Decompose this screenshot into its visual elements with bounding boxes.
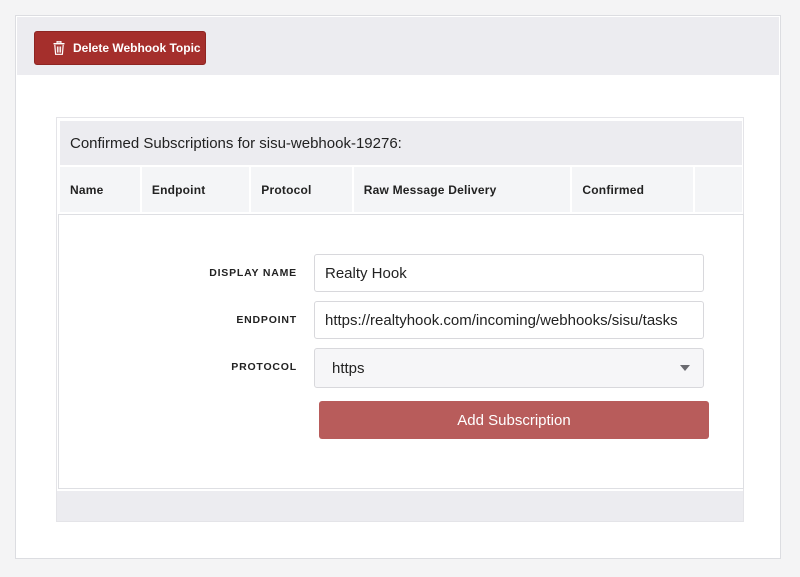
column-header-endpoint: Endpoint: [141, 167, 250, 212]
column-header-actions: [694, 167, 742, 212]
column-header-raw-message-delivery: Raw Message Delivery: [353, 167, 571, 212]
column-header-confirmed: Confirmed: [572, 167, 693, 212]
column-header-name: Name: [60, 167, 140, 212]
column-header-protocol: Protocol: [251, 167, 352, 212]
toolbar: Delete Webhook Topic: [17, 17, 779, 75]
delete-webhook-topic-button[interactable]: Delete Webhook Topic: [34, 31, 206, 65]
display-name-label: DISPLAY NAME: [209, 267, 297, 279]
chevron-down-icon: [680, 365, 690, 371]
endpoint-label: ENDPOINT: [236, 314, 297, 326]
protocol-select[interactable]: https: [314, 348, 704, 388]
subscriptions-panel: Confirmed Subscriptions for sisu-webhook…: [56, 117, 744, 522]
table-header: Name Endpoint Protocol Raw Message Deliv…: [60, 167, 742, 212]
display-name-input[interactable]: [314, 254, 704, 292]
page-container: Delete Webhook Topic Confirmed Subscript…: [15, 15, 781, 559]
protocol-label: PROTOCOL: [231, 361, 297, 373]
delete-button-label: Delete Webhook Topic: [73, 41, 201, 55]
add-subscription-form: DISPLAY NAME ENDPOINT PROTOCOL https Add…: [58, 214, 744, 489]
panel-title: Confirmed Subscriptions for sisu-webhook…: [60, 121, 742, 165]
add-subscription-button[interactable]: Add Subscription: [319, 401, 709, 439]
endpoint-input[interactable]: [314, 301, 704, 339]
protocol-selected-value: https: [332, 359, 365, 377]
panel-footer: [57, 491, 743, 521]
trash-icon: [53, 41, 65, 55]
